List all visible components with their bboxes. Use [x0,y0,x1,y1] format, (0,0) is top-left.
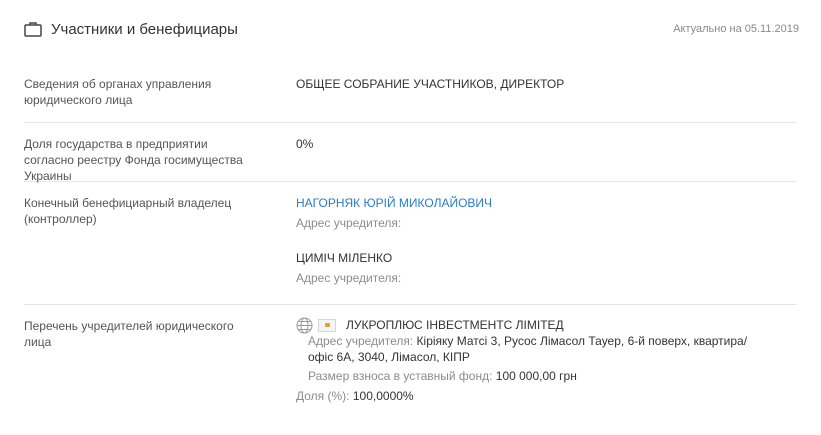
governance-row: Сведения об органах управления юридическ… [24,63,797,123]
address-label: Адрес учредителя: [296,271,402,285]
founder-address-label: Адрес учредителя: [308,334,414,348]
section-title: Участники и бенефициары [51,21,238,38]
contribution-label: Размер взноса в уставный фонд: [308,369,493,383]
beneficiary-owner: НАГОРНЯК ЮРІЙ МИКОЛАЙОВИЧ Адрес учредите… [296,195,492,231]
founders-label: Перечень учредителей юридического лица [24,319,234,349]
beneficiary-label: Конечный бенефициарный владелец (контрол… [24,196,232,226]
state-share-row: Доля государства в предприятии согласно … [24,123,797,183]
state-share-label: Доля государства в предприятии согласно … [24,137,243,183]
address-label: Адрес учредителя: [296,216,402,230]
beneficiary-name-link[interactable]: НАГОРНЯК ЮРІЙ МИКОЛАЙОВИЧ [296,195,492,211]
share-value: 100,0000% [352,389,414,403]
contribution-value: 100 000,00 грн [495,369,577,383]
state-share-value: 0% [296,137,314,151]
founder-contribution: Размер взноса в уставный фонд: 100 000,0… [308,368,577,384]
briefcase-icon [24,22,42,37]
actual-date: Актуально на 05.11.2019 [673,23,799,35]
governance-value: ОБЩЕЕ СОБРАНИЕ УЧАСТНИКОВ, ДИРЕКТОР [296,77,565,91]
founder-address-line1: Кіріяку Матсі 3, Русос Лімасол Тауер, 6-… [416,334,748,348]
beneficiary-owner: ЦИМІЧ МІЛЕНКО Адрес учредителя: [296,250,401,286]
cyprus-flag-icon [318,319,336,332]
share-label: Доля (%): [296,389,350,403]
founder-address: Адрес учредителя: Кіріяку Матсі 3, Русос… [308,333,808,349]
founder-address-line2: офіс 6А, 3040, Лімасол, КІПР [308,350,470,364]
beneficiary-row: Конечный бенефициарный владелец (контрол… [24,182,797,305]
globe-icon [296,317,313,334]
governance-label: Сведения об органах управления юридическ… [24,77,212,107]
founder-share: Доля (%): 100,0000% [296,388,414,404]
founders-row: Перечень учредителей юридического лица Л… [24,305,797,415]
founder-name: ЛУКРОПЛЮС ІНВЕСТМЕНТС ЛІМІТЕД [346,318,564,332]
beneficiary-name: ЦИМІЧ МІЛЕНКО [296,251,393,265]
section-header: Участники и бенефициары Актуально на 05.… [24,18,799,44]
